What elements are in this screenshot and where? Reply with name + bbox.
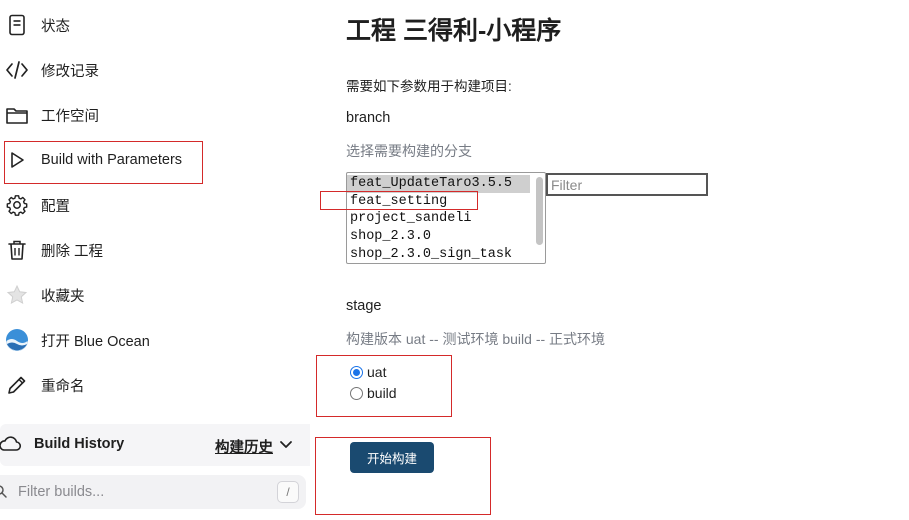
parameters-description: 需要如下参数用于构建项目: <box>346 79 512 94</box>
param-branch-name: branch <box>346 110 391 126</box>
radio-label: uat <box>367 364 387 380</box>
sidebar-item-status[interactable]: 状态 <box>0 7 310 43</box>
branch-filter-field <box>546 173 708 196</box>
document-icon <box>5 13 29 37</box>
list-option[interactable]: shop_2.3.0_sign_task <box>347 246 530 263</box>
sidebar-item-favorite[interactable]: 收藏夹 <box>0 277 310 313</box>
sidebar-item-blue-ocean[interactable]: 打开 Blue Ocean <box>0 322 310 358</box>
play-icon <box>5 148 29 172</box>
build-history-title: Build History <box>34 436 125 452</box>
radio-button[interactable] <box>350 386 363 400</box>
sidebar-item-label: 收藏夹 <box>41 288 85 305</box>
sidebar-item-label: 修改记录 <box>41 63 99 80</box>
sidebar-item-label: 状态 <box>41 18 70 35</box>
stage-radio-uat[interactable]: uat <box>350 364 386 380</box>
blue-ocean-icon <box>5 328 29 352</box>
list-option[interactable]: project_sandeli <box>347 210 530 228</box>
list-option[interactable]: shop_2.3.0 <box>347 228 530 246</box>
sidebar-item-delete-project[interactable]: 删除 工程 <box>0 232 310 268</box>
radio-label: build <box>367 385 397 401</box>
code-icon <box>5 58 29 82</box>
keyboard-shortcut-hint: / <box>277 481 299 503</box>
pencil-icon <box>5 373 29 397</box>
param-stage-name: stage <box>346 298 382 314</box>
sidebar-item-configure[interactable]: 配置 <box>0 187 310 223</box>
sidebar-item-label: Build with Parameters <box>41 152 183 168</box>
sidebar-item-changes[interactable]: 修改记录 <box>0 52 310 88</box>
stage-radio-build[interactable]: build <box>350 385 397 401</box>
page-title: 工程 三得利-小程序 <box>346 17 562 45</box>
filter-builds-input[interactable] <box>18 483 258 501</box>
sidebar-item-workspace[interactable]: 工作空间 <box>0 97 310 133</box>
gear-icon <box>5 193 29 217</box>
sidebar-item-label: 工作空间 <box>41 108 99 125</box>
sidebar-item-label: 配置 <box>41 198 70 215</box>
star-icon <box>5 283 29 307</box>
listbox-scrollbar[interactable] <box>536 177 543 245</box>
build-history-header: Build History 构建历史 <box>0 424 310 466</box>
param-branch-description: 选择需要构建的分支 <box>346 143 472 159</box>
build-history-trend-link[interactable]: 构建历史 <box>215 436 273 457</box>
sidebar-item-label: 重命名 <box>41 378 85 395</box>
folder-icon <box>5 103 29 127</box>
param-stage-description: 构建版本 uat -- 测试环境 build -- 正式环境 <box>346 331 606 347</box>
list-option[interactable]: feat_UpdateTaro3.5.5 <box>347 175 530 193</box>
cloud-icon <box>0 435 22 458</box>
branch-listbox[interactable]: feat_UpdateTaro3.5.5 feat_setting projec… <box>346 172 546 264</box>
list-option[interactable]: feat_setting <box>347 193 530 211</box>
sidebar-item-label: 打开 Blue Ocean <box>41 333 150 350</box>
chevron-down-icon[interactable] <box>279 438 293 456</box>
sidebar: 状态 修改记录 工作空间 Build with Parameters 配置 删除… <box>0 0 315 520</box>
sidebar-item-build-with-parameters[interactable]: Build with Parameters <box>0 142 310 178</box>
sidebar-item-label: 删除 工程 <box>41 243 104 260</box>
trash-icon <box>5 238 29 262</box>
search-icon <box>0 485 8 504</box>
filter-builds-box: / <box>0 475 306 509</box>
start-build-button[interactable]: 开始构建 <box>350 442 434 473</box>
branch-filter-input[interactable] <box>548 175 706 194</box>
radio-button-checked[interactable] <box>350 365 363 379</box>
sidebar-item-rename[interactable]: 重命名 <box>0 367 310 403</box>
